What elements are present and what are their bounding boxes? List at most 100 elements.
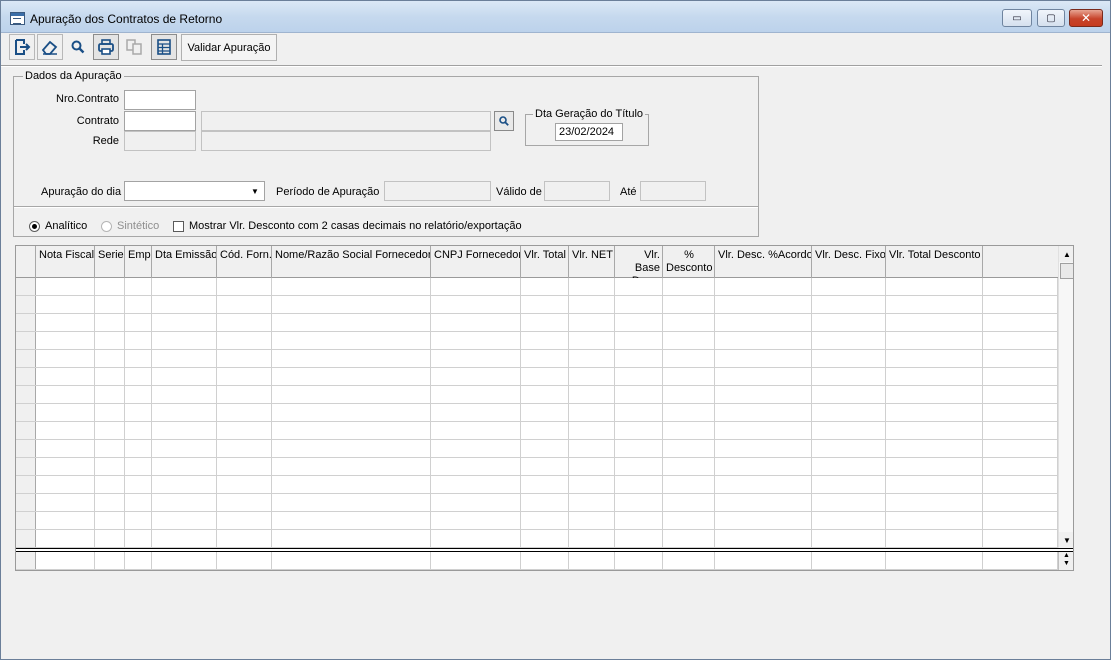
grid-cell[interactable] <box>272 296 431 313</box>
grid-cell[interactable] <box>152 404 217 421</box>
grid-cell[interactable] <box>983 530 1058 547</box>
grid-cell[interactable] <box>615 494 663 511</box>
grid-cell[interactable] <box>152 278 217 295</box>
grid-cell[interactable] <box>715 296 812 313</box>
grid-cell[interactable] <box>615 368 663 385</box>
grid-cell[interactable] <box>983 314 1058 331</box>
grid-cell[interactable] <box>36 386 95 403</box>
grid-cell[interactable] <box>886 530 983 547</box>
grid-cell[interactable] <box>272 512 431 529</box>
grid-cell[interactable] <box>615 332 663 349</box>
grid-cell[interactable] <box>521 476 569 493</box>
grid-cell[interactable] <box>95 440 125 457</box>
grid-cell[interactable] <box>983 350 1058 367</box>
radio-checked-icon[interactable] <box>29 220 40 232</box>
grid-cell[interactable] <box>569 350 615 367</box>
grid-cell[interactable] <box>217 494 272 511</box>
grid-cell[interactable] <box>431 494 521 511</box>
grid-cell[interactable] <box>663 476 715 493</box>
column-header[interactable]: % Desconto <box>663 246 715 278</box>
grid-cell[interactable] <box>95 296 125 313</box>
grid-cell[interactable] <box>152 494 217 511</box>
grid-cell[interactable] <box>886 350 983 367</box>
grid-cell[interactable] <box>95 422 125 439</box>
grid-cell[interactable] <box>715 332 812 349</box>
grid-cell[interactable] <box>431 552 521 569</box>
grid-cell[interactable] <box>663 278 715 295</box>
grid-cell[interactable] <box>521 494 569 511</box>
grid-cell[interactable] <box>521 368 569 385</box>
grid-cell[interactable] <box>125 278 152 295</box>
grid-cell[interactable] <box>569 530 615 547</box>
grid-cell[interactable] <box>521 332 569 349</box>
grid-cell[interactable] <box>36 494 95 511</box>
grid-cell[interactable] <box>36 552 95 569</box>
grid-cell[interactable] <box>615 386 663 403</box>
grid-cell[interactable] <box>983 458 1058 475</box>
grid-cell[interactable] <box>36 296 95 313</box>
grid-cell[interactable] <box>615 458 663 475</box>
grid-cell[interactable] <box>152 440 217 457</box>
print-button[interactable] <box>93 34 119 60</box>
grid-cell[interactable] <box>886 422 983 439</box>
grid-cell[interactable] <box>812 494 886 511</box>
grid-cell[interactable] <box>36 350 95 367</box>
grid-cell[interactable] <box>125 476 152 493</box>
totals-row-cells[interactable] <box>16 552 1058 570</box>
grid-cell[interactable] <box>521 386 569 403</box>
scroll-down-icon[interactable]: ▼ <box>1059 532 1073 548</box>
grid-cell[interactable] <box>36 512 95 529</box>
grid-cell[interactable] <box>36 476 95 493</box>
table-row[interactable] <box>16 296 1058 314</box>
grid-cell[interactable] <box>95 512 125 529</box>
grid-cell[interactable] <box>663 314 715 331</box>
grid-cell[interactable] <box>95 530 125 547</box>
grid-cell[interactable] <box>217 512 272 529</box>
grid-cell[interactable] <box>36 278 95 295</box>
grid-cell[interactable] <box>812 314 886 331</box>
table-row[interactable] <box>16 512 1058 530</box>
grid-cell[interactable] <box>983 332 1058 349</box>
grid-cell[interactable] <box>36 422 95 439</box>
grid-cell[interactable] <box>36 404 95 421</box>
grid-cell[interactable] <box>431 368 521 385</box>
grid-cell[interactable] <box>272 422 431 439</box>
grid-cell[interactable] <box>569 512 615 529</box>
grid-cell[interactable] <box>983 386 1058 403</box>
minimize-button[interactable]: ▭ <box>1002 9 1032 27</box>
column-header[interactable]: Cód. Forn. <box>217 246 272 278</box>
grid-cell[interactable] <box>152 552 217 569</box>
grid-cell[interactable] <box>886 494 983 511</box>
grid-cell[interactable] <box>152 314 217 331</box>
grid-cell[interactable] <box>569 332 615 349</box>
grid-cell[interactable] <box>812 404 886 421</box>
scroll-thumb[interactable] <box>1060 263 1073 279</box>
grid-cell[interactable] <box>272 350 431 367</box>
grid-cell[interactable] <box>125 458 152 475</box>
grid-cell[interactable] <box>152 332 217 349</box>
close-button[interactable]: ✕ <box>1069 9 1103 27</box>
chevron-down-icon[interactable]: ▼ <box>247 183 263 199</box>
grid-cell[interactable] <box>715 368 812 385</box>
grid-cell[interactable] <box>521 530 569 547</box>
grid-cell[interactable] <box>217 278 272 295</box>
grid-cell[interactable] <box>886 512 983 529</box>
grid-cell[interactable] <box>886 296 983 313</box>
grid-cell[interactable] <box>152 350 217 367</box>
contrato-code-field[interactable] <box>124 111 196 131</box>
grid-cell[interactable] <box>663 552 715 569</box>
grid-cell[interactable] <box>152 386 217 403</box>
grid-cell[interactable] <box>521 278 569 295</box>
grid-cell[interactable] <box>431 422 521 439</box>
grid-cell[interactable] <box>886 440 983 457</box>
column-header[interactable]: CNPJ Fornecedor <box>431 246 521 278</box>
search-button[interactable] <box>65 34 91 60</box>
grid-cell[interactable] <box>152 512 217 529</box>
grid-cell[interactable] <box>569 368 615 385</box>
grid-cell[interactable] <box>569 494 615 511</box>
grid-cell[interactable] <box>715 494 812 511</box>
grid-cell[interactable] <box>983 296 1058 313</box>
grid-cell[interactable] <box>431 350 521 367</box>
grid-cell[interactable] <box>125 530 152 547</box>
grid-cell[interactable] <box>715 440 812 457</box>
